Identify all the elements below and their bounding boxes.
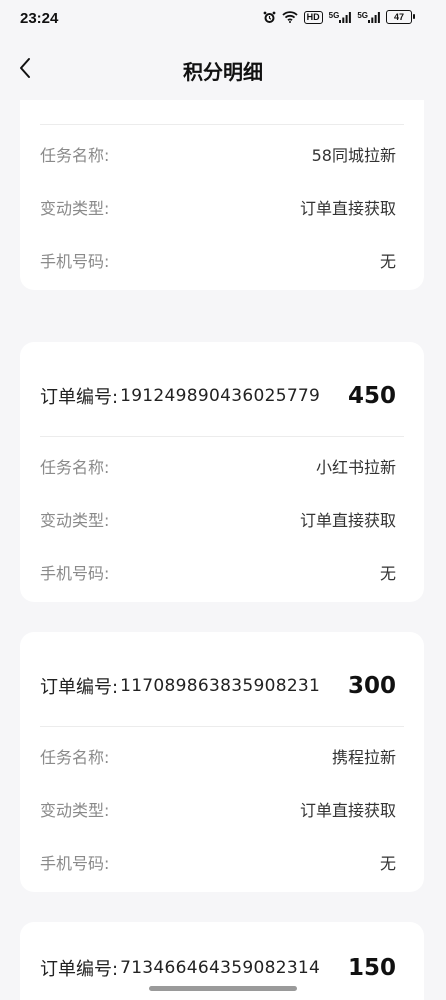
task-name-row: 任务名称: 小红书拉新 bbox=[40, 454, 396, 478]
home-indicator[interactable] bbox=[149, 986, 297, 991]
phone-label: 手机号码: bbox=[40, 252, 110, 271]
task-name-label: 任务名称: bbox=[40, 748, 110, 767]
phone-label: 手机号码: bbox=[40, 564, 110, 583]
points-value: 300 bbox=[347, 673, 396, 699]
phone-row: 手机号码: 无 bbox=[40, 560, 396, 584]
change-type-value: 订单直接获取 bbox=[299, 199, 396, 218]
task-name-value: 携程拉新 bbox=[331, 748, 396, 767]
order-no-value: 191249890436025779 bbox=[120, 386, 321, 406]
nav-bar: 积分明细 bbox=[0, 40, 446, 100]
hd-icon: HD bbox=[303, 10, 323, 24]
phone-value: 无 bbox=[379, 564, 396, 583]
order-no-value: 117089863835908231 bbox=[120, 676, 321, 696]
order-no-label: 订单编号: bbox=[40, 959, 119, 980]
task-name-row: 任务名称: 携程拉新 bbox=[40, 744, 396, 768]
divider bbox=[40, 124, 404, 125]
task-name-value: 小红书拉新 bbox=[315, 458, 396, 477]
phone-value: 无 bbox=[379, 854, 396, 873]
order-no-label: 订单编号: bbox=[40, 387, 119, 408]
change-type-row: 变动类型: 订单直接获取 bbox=[40, 507, 396, 531]
status-bar: 23:24 HD 5G 5G 47 bbox=[0, 0, 446, 40]
task-name-label: 任务名称: bbox=[40, 458, 110, 477]
change-type-value: 订单直接获取 bbox=[299, 511, 396, 530]
wifi-icon bbox=[282, 11, 298, 23]
record-card: 订单编号: 117089863835908231 300 任务名称: 携程拉新 … bbox=[20, 632, 424, 892]
task-name-row: 任务名称: 58同城拉新 bbox=[40, 142, 396, 166]
phone-row: 手机号码: 无 bbox=[40, 248, 396, 272]
phone-row: 手机号码: 无 bbox=[40, 850, 396, 874]
battery-icon: 47 bbox=[386, 10, 415, 24]
points-value: 450 bbox=[347, 383, 396, 409]
change-type-label: 变动类型: bbox=[40, 511, 110, 530]
change-type-label: 变动类型: bbox=[40, 801, 110, 820]
order-no-value: 713466464359082314 bbox=[120, 958, 321, 978]
divider bbox=[40, 436, 404, 437]
change-type-row: 变动类型: 订单直接获取 bbox=[40, 195, 396, 219]
phone-label: 手机号码: bbox=[40, 854, 110, 873]
signal-icon-sim1: 5G bbox=[328, 10, 352, 23]
record-header: 订单编号: 713466464359082314 150 bbox=[40, 948, 404, 988]
order-no-label: 订单编号: bbox=[40, 677, 119, 698]
record-header: 订单编号: 191249890436025779 450 bbox=[40, 376, 404, 416]
phone-value: 无 bbox=[379, 252, 396, 271]
record-header: 订单编号: 117089863835908231 300 bbox=[40, 666, 404, 706]
divider bbox=[40, 726, 404, 727]
task-name-value: 58同城拉新 bbox=[311, 146, 396, 165]
change-type-label: 变动类型: bbox=[40, 199, 110, 218]
task-name-label: 任务名称: bbox=[40, 146, 110, 165]
status-icons: HD 5G 5G 47 bbox=[263, 10, 415, 24]
page-title: 积分明细 bbox=[183, 60, 263, 84]
change-type-row: 变动类型: 订单直接获取 bbox=[40, 797, 396, 821]
signal-icon-sim2: 5G bbox=[357, 10, 380, 23]
record-card: 订单编号: 191249890436025779 450 任务名称: 小红书拉新… bbox=[20, 342, 424, 602]
alarm-icon bbox=[263, 11, 276, 24]
points-value: 150 bbox=[347, 955, 396, 981]
change-type-value: 订单直接获取 bbox=[299, 801, 396, 820]
sim2-label: 5G bbox=[357, 10, 368, 20]
sim1-label: 5G bbox=[328, 10, 340, 20]
status-time: 23:24 bbox=[20, 10, 59, 27]
